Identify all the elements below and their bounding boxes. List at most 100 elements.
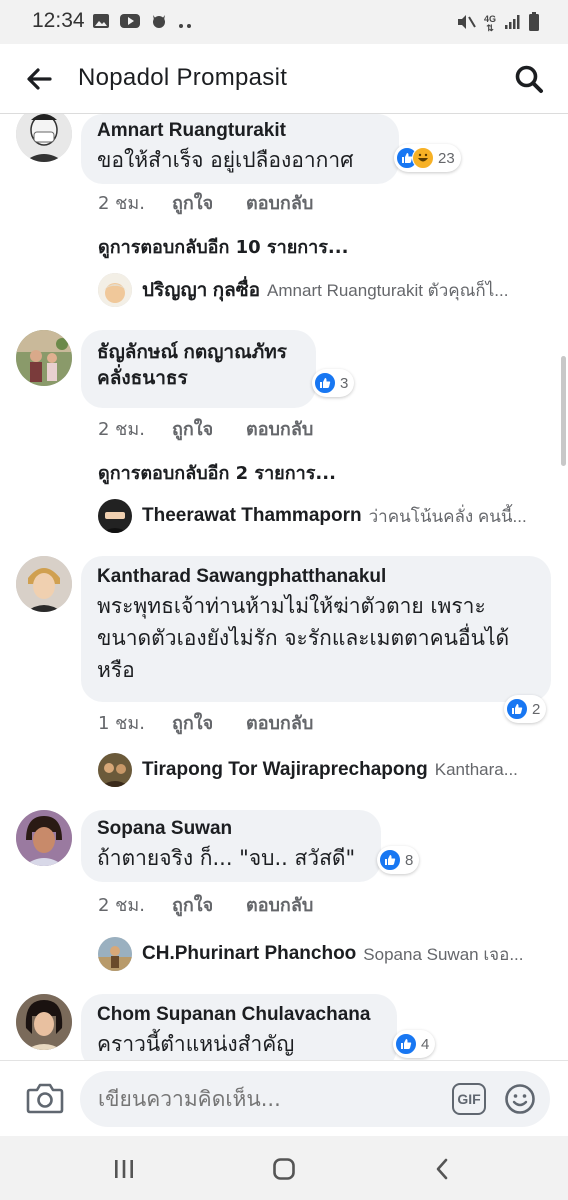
- avatar[interactable]: [98, 937, 132, 971]
- app-header: Nopadol Prompasit: [0, 44, 568, 114]
- more-dots-icon: [178, 14, 192, 33]
- comment-text: ขนาดตัวเองยังไม่รัก จะรักและเมตตาคนอื่นไ…: [97, 626, 510, 650]
- reaction-summary[interactable]: 3: [312, 369, 355, 397]
- reply-preview[interactable]: Theerawat Thammaporn ว่าคนโน้นคลั่ง คนนี…: [98, 498, 548, 534]
- status-bar: 12:34 4G ⇅: [0, 0, 568, 44]
- system-nav-bar: [0, 1136, 568, 1200]
- home-icon: [273, 1158, 295, 1180]
- reply-text-preview: Amnart Ruangturakit ตัวคุณก็ไ...: [267, 280, 509, 300]
- gif-button[interactable]: GIF: [452, 1083, 486, 1115]
- arrow-left-icon: [27, 68, 52, 90]
- reply-author[interactable]: Theerawat Thammaporn: [142, 505, 362, 527]
- avatar[interactable]: [16, 330, 72, 386]
- image-icon: [92, 13, 110, 33]
- youtube-icon: [120, 13, 140, 33]
- comment-author[interactable]: Sopana Suwan: [97, 816, 365, 842]
- comment-composer: GIF: [0, 1060, 568, 1136]
- comment-time: 1 ชม.: [98, 713, 145, 734]
- search-icon: [515, 65, 543, 93]
- signal-bars-icon: [504, 14, 520, 34]
- like-button[interactable]: ถูกใจ: [172, 414, 246, 443]
- comment-time: 2 ชม.: [98, 193, 145, 214]
- reply-text-preview: ว่าคนโน้นคลั่ง คนนี้...: [368, 506, 527, 526]
- comment-author[interactable]: Chom Supanan Chulavachana: [97, 1002, 381, 1028]
- comments-list[interactable]: Amnart Ruangturakit ขอให้สำเร็จ อยู่เปลื…: [0, 114, 568, 1060]
- comment-actions: 2 ชม. ถูกใจ ตอบกลับ: [98, 890, 313, 919]
- avatar[interactable]: [16, 810, 72, 866]
- page-title: Nopadol Prompasit: [78, 64, 288, 91]
- smiley-icon: [505, 1084, 535, 1114]
- like-reaction-icon: [314, 372, 336, 394]
- reaction-count: 3: [340, 374, 349, 392]
- reply-author[interactable]: ปริญญา กุลซื่อ: [142, 275, 260, 305]
- like-reaction-icon: [395, 1033, 417, 1055]
- comment-author[interactable]: ธัญลักษณ์ กตญาณภัทร: [97, 340, 300, 366]
- like-reaction-icon: [506, 698, 528, 720]
- reaction-count: 8: [405, 851, 414, 869]
- avatar[interactable]: [16, 556, 72, 612]
- reaction-count: 4: [421, 1035, 430, 1053]
- comment-time: 2 ชม.: [98, 895, 145, 916]
- home-button[interactable]: [264, 1154, 304, 1184]
- comment-bubble[interactable]: Kantharad Sawangphatthanakul พระพุทธเจ้า…: [81, 556, 551, 702]
- reply-author[interactable]: Tirapong Tor Wajiraprechapong: [142, 759, 428, 781]
- reply-preview[interactable]: CH.Phurinart Phanchoo Sopana Suwan เจอ..…: [98, 936, 548, 972]
- nav-back-button[interactable]: [422, 1154, 462, 1184]
- reply-button[interactable]: ตอบกลับ: [246, 188, 313, 217]
- like-button[interactable]: ถูกใจ: [172, 708, 246, 737]
- comment-author[interactable]: Kantharad Sawangphatthanakul: [97, 564, 535, 590]
- like-reaction-icon: [379, 849, 401, 871]
- comment-bubble[interactable]: Sopana Suwan ถ้าตายจริง ก็... "จบ.. สวัส…: [81, 810, 381, 882]
- comment-author-line2[interactable]: คลั่งธนาธร: [97, 366, 300, 392]
- comment-bubble[interactable]: Amnart Ruangturakit ขอให้สำเร็จ อยู่เปลื…: [81, 114, 399, 184]
- comment-bubble[interactable]: ธัญลักษณ์ กตญาณภัทร คลั่งธนาธร: [81, 330, 316, 408]
- status-time: 12:34: [32, 9, 85, 32]
- avatar[interactable]: [16, 114, 72, 162]
- reaction-count: 2: [532, 700, 541, 718]
- like-button[interactable]: ถูกใจ: [172, 890, 246, 919]
- comment-author[interactable]: Amnart Ruangturakit: [97, 118, 383, 144]
- emoji-button[interactable]: [504, 1083, 536, 1115]
- reaction-summary[interactable]: 23: [394, 144, 461, 172]
- reply-author[interactable]: CH.Phurinart Phanchoo: [142, 943, 356, 965]
- reaction-summary[interactable]: 2: [504, 695, 547, 723]
- camera-button[interactable]: [26, 1081, 64, 1117]
- view-more-replies-link[interactable]: ดูการตอบกลับอีก 2 รายการ...: [98, 458, 336, 487]
- camera-icon: [26, 1083, 64, 1114]
- scrollbar-thumb[interactable]: [561, 356, 566, 466]
- reply-preview[interactable]: Tirapong Tor Wajiraprechapong Kanthara..…: [98, 752, 548, 788]
- reaction-summary[interactable]: 4: [393, 1030, 436, 1058]
- comment-text: คราวนี้ตำแหน่งสำคัญ: [97, 1032, 295, 1056]
- comment-actions: 2 ชม. ถูกใจ ตอบกลับ: [98, 188, 313, 217]
- reply-button[interactable]: ตอบกลับ: [246, 414, 313, 443]
- comment-text: พระพุทธเจ้าท่านห้ามไม่ให้ฆ่าตัวตาย เพราะ: [97, 594, 486, 618]
- comment-text: ขอให้สำเร็จ อยู่เปลืองอากาศ: [97, 148, 354, 172]
- recent-apps-icon: [115, 1160, 133, 1178]
- 4g-signal-icon: 4G ⇅: [483, 14, 496, 33]
- haha-reaction-icon: [412, 147, 434, 169]
- recent-apps-button[interactable]: [104, 1154, 144, 1184]
- reply-preview[interactable]: ปริญญา กุลซื่อ Amnart Ruangturakit ตัวคุ…: [98, 272, 548, 308]
- avatar[interactable]: [98, 273, 132, 307]
- back-chevron-icon: [436, 1158, 448, 1180]
- reply-text-preview: Sopana Suwan เจอ...: [363, 944, 524, 964]
- avatar[interactable]: [16, 994, 72, 1050]
- comment-actions: 2 ชม. ถูกใจ ตอบกลับ: [98, 414, 313, 443]
- avatar[interactable]: [98, 753, 132, 787]
- back-button[interactable]: [22, 62, 56, 96]
- status-notification-icons: [92, 12, 192, 34]
- data-arrows-icon: ⇅: [486, 23, 494, 33]
- like-button[interactable]: ถูกใจ: [172, 188, 246, 217]
- view-more-replies-link[interactable]: ดูการตอบกลับอีก 10 รายการ...: [98, 232, 348, 261]
- battery-icon: [528, 12, 540, 36]
- reaction-count: 23: [438, 149, 455, 167]
- reaction-summary[interactable]: 8: [377, 846, 420, 874]
- avatar[interactable]: [98, 499, 132, 533]
- reply-button[interactable]: ตอบกลับ: [246, 890, 313, 919]
- status-system-icons: 4G ⇅: [456, 12, 540, 36]
- comment-bubble[interactable]: Chom Supanan Chulavachana คราวนี้ตำแหน่ง…: [81, 994, 397, 1060]
- comment-text: หรือ: [97, 658, 135, 682]
- mute-icon: [456, 13, 476, 35]
- reply-button[interactable]: ตอบกลับ: [246, 708, 313, 737]
- search-button[interactable]: [512, 62, 546, 96]
